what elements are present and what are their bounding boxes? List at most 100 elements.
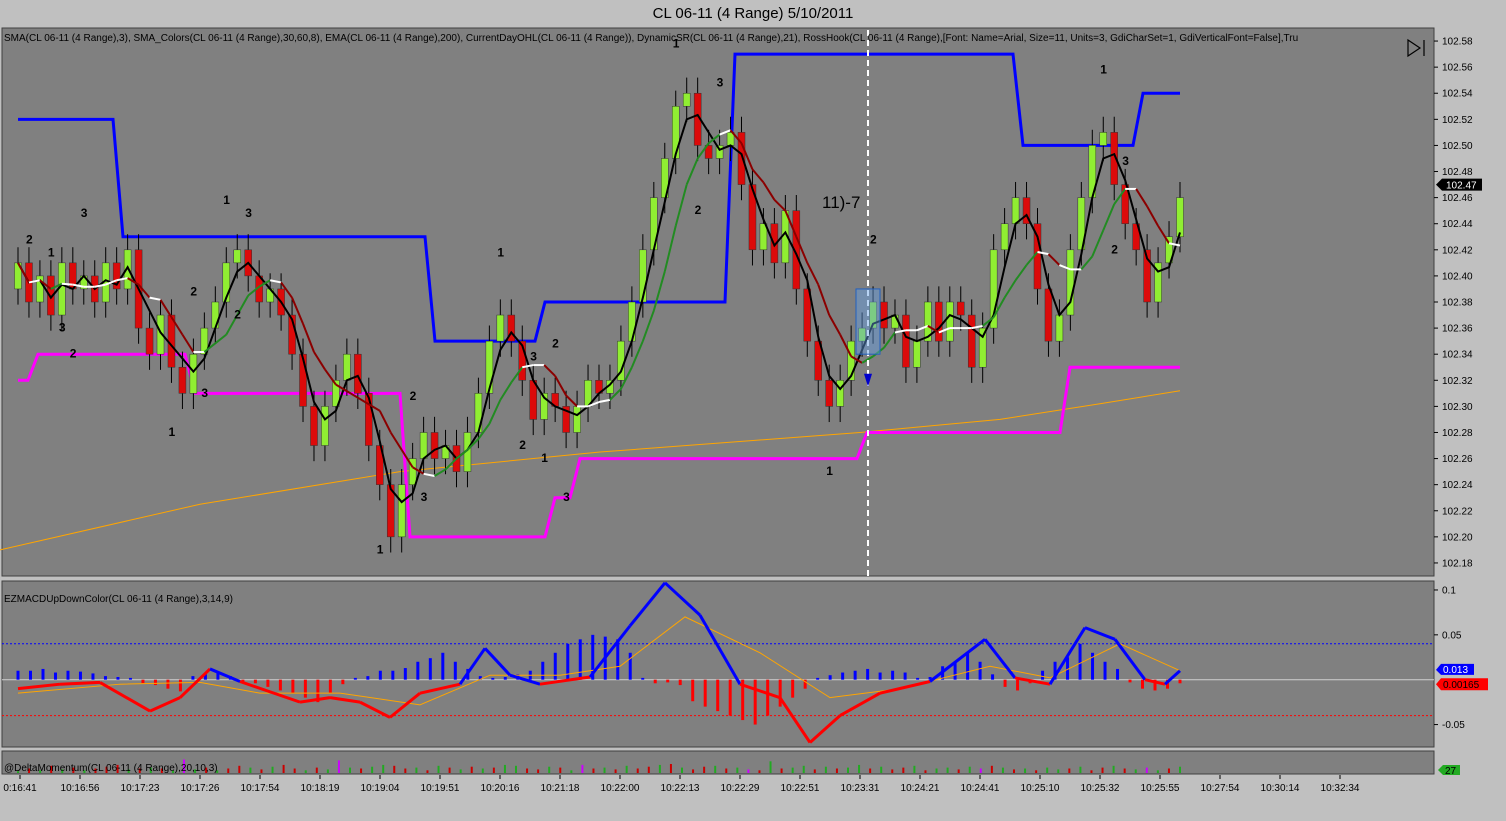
time-tick-label: 0:16:41 xyxy=(3,783,37,794)
candle-body xyxy=(836,380,844,407)
candle-body xyxy=(825,380,833,407)
time-tick-label: 10:27:54 xyxy=(1201,783,1240,794)
candle-body xyxy=(1000,223,1009,251)
time-tick-label: 10:22:29 xyxy=(721,783,760,794)
time-tick-label: 10:21:18 xyxy=(541,783,580,794)
candle-body xyxy=(967,314,976,368)
candle-body xyxy=(145,327,154,355)
time-tick-label: 10:30:14 xyxy=(1261,783,1300,794)
macd-tick-label: 0.1 xyxy=(1442,585,1456,596)
ross-hook-label: 2 xyxy=(870,232,877,246)
macd-line-segment xyxy=(59,680,101,686)
time-tick-label: 10:20:16 xyxy=(481,783,520,794)
ross-hook-label: 2 xyxy=(410,389,417,403)
ross-hook-label: 1 xyxy=(1100,63,1107,77)
macd-signal-label: 0.00165 xyxy=(1443,680,1480,691)
price-tick-label: 102.38 xyxy=(1442,298,1473,309)
time-tick-label: 10:25:32 xyxy=(1081,783,1120,794)
time-tick-label: 10:18:19 xyxy=(301,783,340,794)
candle-body xyxy=(682,92,691,107)
time-tick-label: 10:24:21 xyxy=(901,783,940,794)
time-tick-label: 10:19:51 xyxy=(421,783,460,794)
candle-body xyxy=(189,353,198,394)
candle-body xyxy=(1044,288,1053,342)
candle-body xyxy=(321,406,329,446)
candle-body xyxy=(233,249,241,264)
time-tick-label: 10:17:23 xyxy=(121,783,160,794)
time-tick-label: 10:24:41 xyxy=(961,783,1000,794)
price-tick-label: 102.36 xyxy=(1442,324,1473,335)
ross-hook-label: 3 xyxy=(81,206,88,220)
chart-canvas: 102.58 102.56 102.54 102.52 102.50 102.48 102.… xyxy=(0,27,1488,794)
time-tick-label: 10:17:26 xyxy=(181,783,220,794)
candle-body xyxy=(957,301,965,316)
candle-body xyxy=(354,353,362,394)
ross-hook-label: 2 xyxy=(519,438,526,452)
candle-body xyxy=(946,301,954,342)
macd-tick-label: -0.05 xyxy=(1442,720,1465,731)
delta-indicator-text: @DeltaMomentum(CL 06-11 (4 Range),20,10,… xyxy=(4,763,218,774)
price-tick-label: 102.18 xyxy=(1442,558,1473,569)
ross-hook-label: 3 xyxy=(1122,154,1129,168)
time-axis: 0:16:41 10:16:56 10:17:23 10:17:26 10:17:54 1… xyxy=(3,775,1360,794)
time-tick-label: 10:22:51 xyxy=(781,783,820,794)
macd-tick-label: 0.05 xyxy=(1442,630,1462,641)
macd-axis: 0.1 0.05 -0.05 xyxy=(1434,585,1465,731)
price-tick-label: 102.40 xyxy=(1442,271,1473,282)
price-tick-label: 102.30 xyxy=(1442,402,1473,413)
candle-body xyxy=(529,380,537,420)
sma-color-segment xyxy=(61,282,73,286)
candle-body xyxy=(902,314,910,368)
ross-hook-label: 3 xyxy=(245,206,252,220)
ross-hook-label: 3 xyxy=(717,76,724,90)
ross-hook-label: 3 xyxy=(59,321,66,335)
ross-hook-label: 3 xyxy=(530,350,537,364)
time-tick-label: 10:32:34 xyxy=(1321,783,1360,794)
ross-hook-label: 2 xyxy=(190,284,197,298)
price-tick-label: 102.46 xyxy=(1442,193,1473,204)
ross-hook-label: 1 xyxy=(541,451,548,465)
candle-body xyxy=(419,432,428,459)
price-tick-label: 102.20 xyxy=(1442,532,1473,543)
ross-hook-label: 1 xyxy=(168,425,175,439)
candle-body xyxy=(178,366,187,394)
price-tick-label: 102.26 xyxy=(1442,454,1473,465)
ross-hook-label: 2 xyxy=(70,347,77,361)
candle-body xyxy=(935,301,943,342)
highlight-box xyxy=(855,288,881,355)
price-tick-label: 102.32 xyxy=(1442,376,1473,387)
price-tick-label: 102.48 xyxy=(1442,167,1473,178)
time-tick-label: 10:25:10 xyxy=(1021,783,1060,794)
candle-body xyxy=(671,106,680,159)
candle-body xyxy=(913,340,921,368)
last-price-label: 102.47 xyxy=(1446,181,1477,192)
ross-hook-label: 1 xyxy=(48,245,55,259)
time-tick-label: 10:25:55 xyxy=(1141,783,1180,794)
candle-body xyxy=(1099,132,1108,146)
ross-hook-label: 2 xyxy=(695,203,702,217)
price-tick-label: 102.42 xyxy=(1442,245,1473,256)
price-tick-label: 102.24 xyxy=(1442,480,1473,491)
price-tick-label: 102.52 xyxy=(1442,115,1473,126)
ross-hook-label: 1 xyxy=(826,464,833,478)
macd-panel[interactable] xyxy=(1,580,1435,748)
time-tick-label: 10:16:56 xyxy=(61,783,100,794)
candle-body xyxy=(573,406,581,433)
price-tick-label: 102.54 xyxy=(1442,89,1473,100)
candle-body xyxy=(880,301,888,329)
candle-body xyxy=(1011,197,1020,224)
price-tick-label: 102.58 xyxy=(1442,37,1473,48)
ross-hook-label: 3 xyxy=(563,490,570,504)
price-tick-label: 102.44 xyxy=(1442,219,1473,230)
candle-body xyxy=(397,484,406,538)
ross-hook-label: 2 xyxy=(234,308,241,322)
time-tick-label: 10:17:54 xyxy=(241,783,280,794)
trade-annotation: 11)-7 xyxy=(822,193,860,212)
price-tick-label: 102.50 xyxy=(1442,141,1473,152)
price-tick-label: 102.22 xyxy=(1442,506,1473,517)
ross-hook-label: 1 xyxy=(223,193,230,207)
time-tick-label: 10:22:00 xyxy=(601,783,640,794)
candle-body xyxy=(1055,314,1064,342)
candle-body xyxy=(310,406,318,446)
macd-indicator-text: EZMACDUpDownColor(CL 06-11 (4 Range),3,1… xyxy=(4,594,233,605)
